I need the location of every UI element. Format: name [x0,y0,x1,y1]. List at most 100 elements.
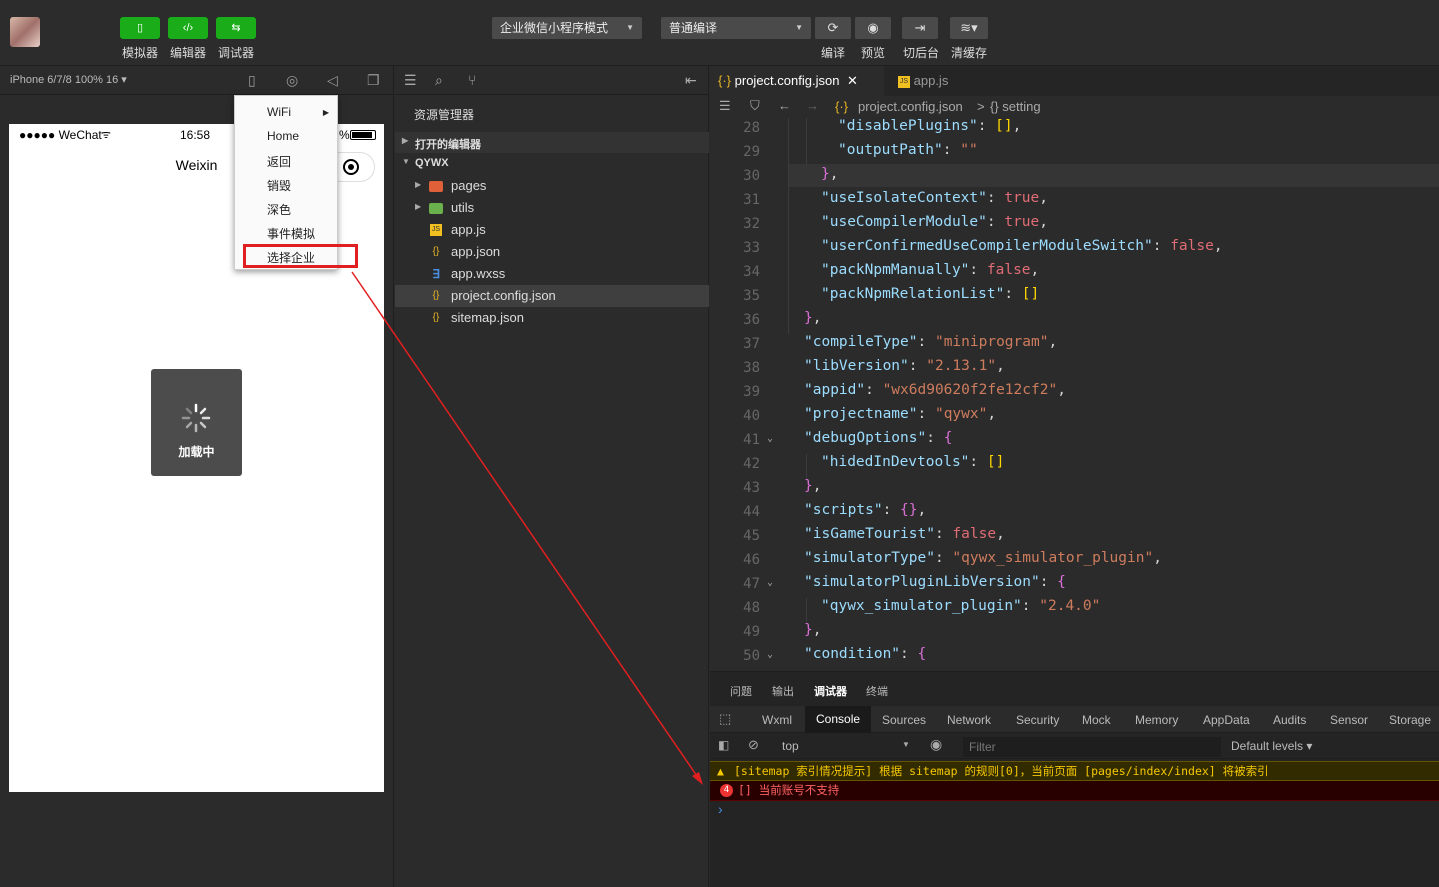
breadcrumb-separator: > [977,99,985,114]
tab-sensor[interactable]: Sensor [1330,713,1368,727]
breadcrumb: ☰ ⛉ ← → {·} project.config.json > {} set… [710,96,1439,118]
console-prompt[interactable]: › [718,801,723,817]
line-number: 49 [743,624,760,640]
popout-icon[interactable]: ❐ [367,72,380,89]
record-icon[interactable]: ◎ [286,72,298,89]
clear-cache-button[interactable]: ≋▾ [950,17,988,39]
tab-problems[interactable]: 问题 [730,683,752,699]
js-icon: JS [430,224,442,236]
code-area[interactable]: 28 "disablePlugins": [], 29 "outputPath": "… [710,118,1439,671]
indent-guide [806,118,807,166]
preview-button[interactable]: ◉ [855,17,891,39]
filter-input[interactable]: Filter [963,737,1221,757]
tab-network[interactable]: Network [947,713,991,727]
compile-button[interactable]: ⟳ [815,17,851,39]
eye-icon: ◉ [867,20,879,35]
menu-item-dark[interactable]: 深色 [267,201,291,218]
file-item-app-json[interactable]: {} app.json [395,241,709,263]
menu-item-home[interactable]: Home [267,129,299,143]
file-name: project.config.json [451,288,556,303]
project-label: QYWX [415,157,449,169]
close-icon[interactable]: ✕ [847,73,858,88]
fold-chevron-icon[interactable]: ⌄ [767,433,773,444]
tab-security[interactable]: Security [1016,713,1059,727]
layers-icon: ≋▾ [960,20,978,35]
debugger-toggle-button[interactable]: ⇆ [216,17,256,39]
tab-sources[interactable]: Sources [882,713,926,727]
phone-icon[interactable]: ▯ [248,72,256,89]
tab-mock[interactable]: Mock [1082,713,1111,727]
tab-debugger[interactable]: 调试器 [814,683,847,709]
close-circle-icon[interactable] [343,159,359,175]
menu-item-back[interactable]: 返回 [267,153,291,170]
tab-memory[interactable]: Memory [1135,713,1178,727]
levels-select[interactable]: Default levels ▾ [1231,739,1312,753]
forward-arrow-icon[interactable]: → [806,98,819,113]
bookmark-icon[interactable]: ⛉ [750,98,760,114]
tab-audits[interactable]: Audits [1273,713,1306,727]
menu-item-destroy[interactable]: 销毁 [267,177,291,194]
editor-toggle-button[interactable]: ‹/› [168,17,208,39]
console-warning: ▲ [sitemap 索引情况提示] 根据 sitemap 的规则[0]，当前页… [710,761,1439,781]
volume-icon[interactable]: ◁ [327,72,338,89]
tab-appdata[interactable]: AppData [1203,713,1250,727]
line-number: 35 [743,288,760,304]
file-item-project-config[interactable]: {} project.config.json [395,285,709,307]
list-icon[interactable]: ☰ [404,72,417,89]
branch-icon[interactable]: ⑂ [468,72,476,88]
tab-wxml[interactable]: Wxml [762,713,792,727]
breadcrumb-node[interactable]: {} setting [990,99,1041,114]
file-item-app-wxss[interactable]: ∃ app.wxss [395,263,709,285]
devtools-panel: 问题 输出 调试器 终端 ⬚ Wxml Console Sources Netw… [710,671,1439,887]
file-item-utils[interactable]: ▶ utils [395,197,709,219]
menu-item-event-sim[interactable]: 事件模拟 [267,225,315,242]
tab-project-config[interactable]: {·} project.config.json ✕ [710,66,884,96]
compile-select-value: 普通编译 [669,21,718,35]
css-icon: ∃ [432,267,440,281]
file-item-app-js[interactable]: JS app.js [395,219,709,241]
list-icon[interactable]: ☰ [719,98,731,114]
tab-debugger-label: 调试器 [814,686,847,698]
line-number: 34 [743,264,760,280]
device-select[interactable]: iPhone 6/7/8 100% 16 ▾ [10,73,127,86]
open-editors-section[interactable]: ▶ 打开的编辑器 [395,132,709,153]
menu-item-wifi[interactable]: WiFi [267,105,291,119]
search-icon[interactable]: ⌕ [435,72,443,89]
tab-console[interactable]: Console [805,706,872,733]
tab-terminal[interactable]: 终端 [866,683,888,699]
inspect-icon[interactable]: ⬚ [719,711,731,727]
fold-chevron-icon[interactable]: ⌄ [767,649,773,660]
back-arrow-icon[interactable]: ← [778,98,791,113]
clear-cache-label: 清缓存 [950,46,987,60]
chevron-down-icon: ▼ [626,23,634,32]
explorer-title: 资源管理器 [414,108,475,122]
file-item-pages[interactable]: ▶ pages [395,175,709,197]
file-item-sitemap[interactable]: {} sitemap.json [395,307,709,329]
project-section[interactable]: ▼ QYWX [395,153,709,174]
tab-output[interactable]: 输出 [772,683,794,699]
user-avatar[interactable] [10,17,40,47]
code-line: "isGameTourist": false, [804,526,1005,542]
tab-app-js[interactable]: JS app.js [890,66,1004,96]
background-button[interactable]: ⇥ [902,17,938,39]
compile-select[interactable]: 普通编译 ▼ [661,17,811,39]
clear-console-icon[interactable]: ⊘ [748,737,759,753]
collapse-panel-icon[interactable]: ⇤ [685,72,697,89]
console-error: 4 [] 当前账号不支持 [710,781,1439,801]
code-line: "simulatorPluginLibVersion": { [804,574,1066,590]
code-line: "simulatorType": "qywx_simulator_plugin"… [804,550,1162,566]
tab-label: project.config.json [734,73,840,88]
code-line: }, [804,310,822,326]
sidebar-toggle-icon[interactable]: ◧ [718,738,729,752]
fold-chevron-icon[interactable]: ⌄ [767,577,773,588]
breadcrumb-file[interactable]: project.config.json [858,99,963,114]
eye-icon[interactable]: ◉ [930,736,942,753]
line-number: 31 [743,192,760,208]
mode-select[interactable]: 企业微信小程序模式 ▼ [492,17,642,39]
simulator-toggle-button[interactable]: ▯ [120,17,160,39]
file-name: utils [451,200,475,215]
file-name: sitemap.json [451,310,524,325]
tab-storage[interactable]: Storage [1389,713,1431,727]
code-line: }, [804,622,822,638]
context-select[interactable]: top [782,739,799,753]
